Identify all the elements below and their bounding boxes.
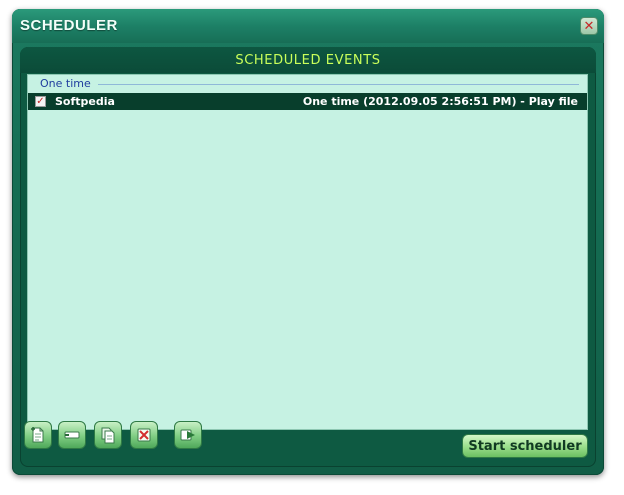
scheduler-window: SCHEDULER ✕ SCHEDULED EVENTS One time ✓ …	[12, 9, 604, 475]
close-button[interactable]: ✕	[580, 17, 598, 35]
events-list[interactable]: One time ✓ Softpedia One time (2012.09.0…	[27, 74, 588, 430]
close-icon: ✕	[583, 18, 595, 34]
play-event-icon	[180, 429, 195, 441]
group-header: One time	[28, 75, 587, 93]
start-scheduler-button[interactable]: Start scheduler	[462, 434, 588, 458]
event-row[interactable]: ✓ Softpedia One time (2012.09.05 2:56:51…	[28, 93, 587, 110]
copy-event-icon	[101, 427, 115, 444]
copy-event-button[interactable]	[94, 421, 122, 449]
panel-header: SCHEDULED EVENTS	[20, 47, 596, 73]
title-bar[interactable]: SCHEDULER ✕	[12, 9, 604, 43]
panel-title: SCHEDULED EVENTS	[235, 52, 381, 68]
group-label: One time	[40, 77, 91, 90]
add-event-icon	[31, 427, 44, 443]
window-title: SCHEDULER	[20, 17, 118, 34]
edit-event-button[interactable]	[58, 421, 86, 449]
event-schedule-detail: One time (2012.09.05 2:56:51 PM) - Play …	[302, 95, 578, 108]
scheduled-events-panel: SCHEDULED EVENTS One time ✓ Softpedia On…	[20, 47, 596, 467]
event-name: Softpedia	[55, 95, 115, 108]
delete-event-button[interactable]	[130, 421, 158, 449]
edit-event-icon	[64, 431, 80, 439]
play-event-button[interactable]	[174, 421, 202, 449]
event-checkbox[interactable]: ✓	[35, 96, 46, 107]
add-event-button[interactable]	[24, 421, 52, 449]
delete-event-icon	[137, 428, 151, 442]
checkmark-icon: ✓	[36, 95, 45, 107]
group-divider	[98, 84, 579, 85]
